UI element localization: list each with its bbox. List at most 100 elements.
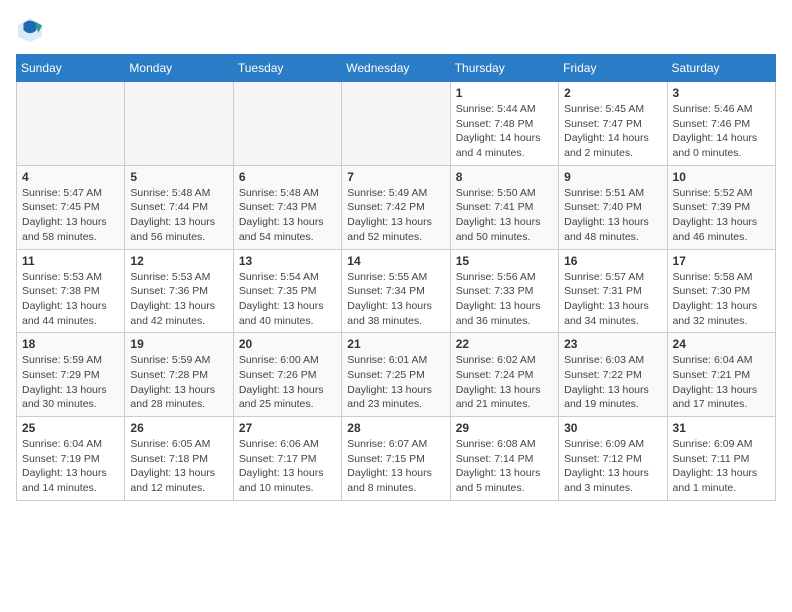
day-number: 19 xyxy=(130,337,227,351)
calendar-week-row: 25 Sunrise: 6:04 AM Sunset: 7:19 PM Dayli… xyxy=(17,417,776,501)
day-number: 1 xyxy=(456,86,553,100)
calendar-header-row: SundayMondayTuesdayWednesdayThursdayFrid… xyxy=(17,55,776,82)
calendar-day-cell: 15 Sunrise: 5:56 AM Sunset: 7:33 PM Dayli… xyxy=(450,249,558,333)
day-number: 17 xyxy=(673,254,770,268)
calendar-week-row: 18 Sunrise: 5:59 AM Sunset: 7:29 PM Dayli… xyxy=(17,333,776,417)
day-info: Sunrise: 5:44 AM Sunset: 7:48 PM Dayligh… xyxy=(456,102,553,161)
day-info: Sunrise: 6:04 AM Sunset: 7:19 PM Dayligh… xyxy=(22,437,119,496)
calendar-day-cell xyxy=(233,82,341,166)
calendar-day-cell: 28 Sunrise: 6:07 AM Sunset: 7:15 PM Dayli… xyxy=(342,417,450,501)
day-number: 5 xyxy=(130,170,227,184)
calendar-day-cell: 20Sunrise: 6:00 AM Sunset: 7:26 PM Dayli… xyxy=(233,333,341,417)
day-number: 7 xyxy=(347,170,444,184)
day-info: Sunrise: 5:58 AM Sunset: 7:30 PM Dayligh… xyxy=(673,270,770,329)
day-number: 8 xyxy=(456,170,553,184)
day-of-week-header: Tuesday xyxy=(233,55,341,82)
calendar-day-cell: 23Sunrise: 6:03 AM Sunset: 7:22 PM Dayli… xyxy=(559,333,667,417)
day-of-week-header: Wednesday xyxy=(342,55,450,82)
day-of-week-header: Monday xyxy=(125,55,233,82)
day-of-week-header: Sunday xyxy=(17,55,125,82)
calendar-day-cell: 14Sunrise: 5:55 AM Sunset: 7:34 PM Dayli… xyxy=(342,249,450,333)
day-info: Sunrise: 6:04 AM Sunset: 7:21 PM Dayligh… xyxy=(673,353,770,412)
logo-icon xyxy=(16,16,44,44)
day-info: Sunrise: 6:06 AM Sunset: 7:17 PM Dayligh… xyxy=(239,437,336,496)
calendar-day-cell: 11 Sunrise: 5:53 AM Sunset: 7:38 PM Dayli… xyxy=(17,249,125,333)
calendar-day-cell: 9Sunrise: 5:51 AM Sunset: 7:40 PM Daylig… xyxy=(559,165,667,249)
day-number: 24 xyxy=(673,337,770,351)
day-number: 4 xyxy=(22,170,119,184)
day-info: Sunrise: 6:09 AM Sunset: 7:11 PM Dayligh… xyxy=(673,437,770,496)
day-info: Sunrise: 6:07 AM Sunset: 7:15 PM Dayligh… xyxy=(347,437,444,496)
day-number: 25 xyxy=(22,421,119,435)
calendar-day-cell: 25 Sunrise: 6:04 AM Sunset: 7:19 PM Dayli… xyxy=(17,417,125,501)
day-info: Sunrise: 5:59 AM Sunset: 7:28 PM Dayligh… xyxy=(130,353,227,412)
day-of-week-header: Friday xyxy=(559,55,667,82)
calendar-day-cell: 29Sunrise: 6:08 AM Sunset: 7:14 PM Dayli… xyxy=(450,417,558,501)
day-number: 26 xyxy=(130,421,227,435)
day-info: Sunrise: 5:52 AM Sunset: 7:39 PM Dayligh… xyxy=(673,186,770,245)
calendar-day-cell xyxy=(342,82,450,166)
calendar-day-cell: 5Sunrise: 5:48 AM Sunset: 7:44 PM Daylig… xyxy=(125,165,233,249)
calendar-day-cell: 18 Sunrise: 5:59 AM Sunset: 7:29 PM Dayli… xyxy=(17,333,125,417)
calendar-day-cell xyxy=(17,82,125,166)
day-info: Sunrise: 5:54 AM Sunset: 7:35 PM Dayligh… xyxy=(239,270,336,329)
day-of-week-header: Saturday xyxy=(667,55,775,82)
day-info: Sunrise: 6:02 AM Sunset: 7:24 PM Dayligh… xyxy=(456,353,553,412)
day-number: 14 xyxy=(347,254,444,268)
day-number: 29 xyxy=(456,421,553,435)
calendar-day-cell: 4 Sunrise: 5:47 AM Sunset: 7:45 PM Daylig… xyxy=(17,165,125,249)
day-number: 11 xyxy=(22,254,119,268)
day-number: 10 xyxy=(673,170,770,184)
calendar-day-cell: 3Sunrise: 5:46 AM Sunset: 7:46 PM Daylig… xyxy=(667,82,775,166)
day-info: Sunrise: 5:47 AM Sunset: 7:45 PM Dayligh… xyxy=(22,186,119,245)
logo xyxy=(16,16,48,44)
calendar-week-row: 1 Sunrise: 5:44 AM Sunset: 7:48 PM Daylig… xyxy=(17,82,776,166)
day-number: 30 xyxy=(564,421,661,435)
calendar-day-cell: 8 Sunrise: 5:50 AM Sunset: 7:41 PM Daylig… xyxy=(450,165,558,249)
calendar-day-cell: 21 Sunrise: 6:01 AM Sunset: 7:25 PM Dayli… xyxy=(342,333,450,417)
day-number: 28 xyxy=(347,421,444,435)
calendar-week-row: 11 Sunrise: 5:53 AM Sunset: 7:38 PM Dayli… xyxy=(17,249,776,333)
day-number: 15 xyxy=(456,254,553,268)
day-info: Sunrise: 5:50 AM Sunset: 7:41 PM Dayligh… xyxy=(456,186,553,245)
day-info: Sunrise: 5:56 AM Sunset: 7:33 PM Dayligh… xyxy=(456,270,553,329)
day-info: Sunrise: 6:01 AM Sunset: 7:25 PM Dayligh… xyxy=(347,353,444,412)
day-number: 13 xyxy=(239,254,336,268)
calendar-day-cell: 12 Sunrise: 5:53 AM Sunset: 7:36 PM Dayli… xyxy=(125,249,233,333)
calendar-table: SundayMondayTuesdayWednesdayThursdayFrid… xyxy=(16,54,776,501)
day-info: Sunrise: 5:53 AM Sunset: 7:38 PM Dayligh… xyxy=(22,270,119,329)
day-info: Sunrise: 5:45 AM Sunset: 7:47 PM Dayligh… xyxy=(564,102,661,161)
day-info: Sunrise: 6:09 AM Sunset: 7:12 PM Dayligh… xyxy=(564,437,661,496)
calendar-day-cell: 26Sunrise: 6:05 AM Sunset: 7:18 PM Dayli… xyxy=(125,417,233,501)
day-info: Sunrise: 5:51 AM Sunset: 7:40 PM Dayligh… xyxy=(564,186,661,245)
calendar-week-row: 4 Sunrise: 5:47 AM Sunset: 7:45 PM Daylig… xyxy=(17,165,776,249)
calendar-day-cell: 16Sunrise: 5:57 AM Sunset: 7:31 PM Dayli… xyxy=(559,249,667,333)
day-number: 12 xyxy=(130,254,227,268)
calendar-day-cell: 19 Sunrise: 5:59 AM Sunset: 7:28 PM Dayli… xyxy=(125,333,233,417)
calendar-day-cell: 31 Sunrise: 6:09 AM Sunset: 7:11 PM Dayli… xyxy=(667,417,775,501)
day-number: 2 xyxy=(564,86,661,100)
calendar-day-cell: 7 Sunrise: 5:49 AM Sunset: 7:42 PM Daylig… xyxy=(342,165,450,249)
calendar-day-cell: 22Sunrise: 6:02 AM Sunset: 7:24 PM Dayli… xyxy=(450,333,558,417)
calendar-day-cell: 6Sunrise: 5:48 AM Sunset: 7:43 PM Daylig… xyxy=(233,165,341,249)
calendar-day-cell xyxy=(125,82,233,166)
day-number: 16 xyxy=(564,254,661,268)
calendar-day-cell: 10 Sunrise: 5:52 AM Sunset: 7:39 PM Dayli… xyxy=(667,165,775,249)
day-number: 23 xyxy=(564,337,661,351)
day-number: 18 xyxy=(22,337,119,351)
day-info: Sunrise: 5:48 AM Sunset: 7:43 PM Dayligh… xyxy=(239,186,336,245)
page-header xyxy=(16,16,776,44)
day-number: 21 xyxy=(347,337,444,351)
day-info: Sunrise: 5:49 AM Sunset: 7:42 PM Dayligh… xyxy=(347,186,444,245)
day-info: Sunrise: 5:53 AM Sunset: 7:36 PM Dayligh… xyxy=(130,270,227,329)
calendar-day-cell: 30 Sunrise: 6:09 AM Sunset: 7:12 PM Dayli… xyxy=(559,417,667,501)
calendar-day-cell: 24 Sunrise: 6:04 AM Sunset: 7:21 PM Dayli… xyxy=(667,333,775,417)
day-number: 20 xyxy=(239,337,336,351)
calendar-day-cell: 2 Sunrise: 5:45 AM Sunset: 7:47 PM Daylig… xyxy=(559,82,667,166)
day-number: 31 xyxy=(673,421,770,435)
day-info: Sunrise: 5:46 AM Sunset: 7:46 PM Dayligh… xyxy=(673,102,770,161)
day-info: Sunrise: 5:59 AM Sunset: 7:29 PM Dayligh… xyxy=(22,353,119,412)
day-number: 27 xyxy=(239,421,336,435)
calendar-day-cell: 17 Sunrise: 5:58 AM Sunset: 7:30 PM Dayli… xyxy=(667,249,775,333)
calendar-day-cell: 27 Sunrise: 6:06 AM Sunset: 7:17 PM Dayli… xyxy=(233,417,341,501)
